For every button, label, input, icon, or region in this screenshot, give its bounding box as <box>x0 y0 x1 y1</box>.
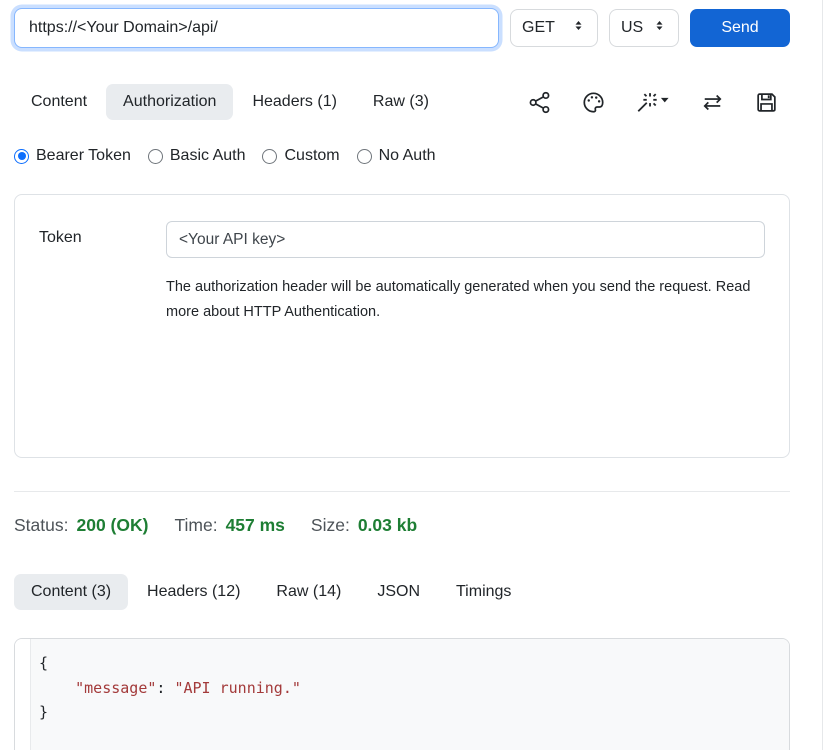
response-tabs-row: Content (3) Headers (12) Raw (14) JSON T… <box>14 574 790 610</box>
tab-response-json[interactable]: JSON <box>360 574 437 610</box>
tab-content[interactable]: Content <box>14 84 104 120</box>
size-label: Size: <box>311 515 350 536</box>
request-bar: GET US Send <box>14 8 790 48</box>
code-gutter <box>15 639 31 750</box>
auth-options: Bearer Token Basic Auth Custom No Auth <box>14 147 790 165</box>
radio-selected-icon <box>14 149 29 164</box>
tab-raw[interactable]: Raw (3) <box>356 84 446 120</box>
tab-response-raw[interactable]: Raw (14) <box>259 574 358 610</box>
size-pair: Size: 0.03 kb <box>311 515 417 536</box>
radio-bearer-token[interactable]: Bearer Token <box>14 147 131 165</box>
scrollbar-track[interactable] <box>822 0 823 750</box>
status-value: 200 (OK) <box>76 515 148 536</box>
response-json-code[interactable]: { "message": "API running."} <box>31 639 789 750</box>
region-select-value: US <box>621 19 643 37</box>
radio-label: Custom <box>284 147 339 165</box>
radio-unselected-icon <box>262 149 277 164</box>
size-value: 0.03 kb <box>358 515 417 536</box>
response-body: { "message": "API running."} <box>14 638 790 750</box>
tab-response-timings[interactable]: Timings <box>439 574 528 610</box>
tab-headers[interactable]: Headers (1) <box>235 84 353 120</box>
region-select[interactable]: US <box>609 9 679 47</box>
api-client-page: GET US Send Content Authorization <box>0 0 790 750</box>
radio-label: Bearer Token <box>36 147 131 165</box>
request-tabs-row: Content Authorization Headers (1) Raw (3… <box>14 84 790 120</box>
tab-response-content[interactable]: Content (3) <box>14 574 128 610</box>
token-label: Token <box>39 221 166 325</box>
code-line: "message": "API running." <box>39 676 779 701</box>
radio-label: No Auth <box>379 147 436 165</box>
method-select[interactable]: GET <box>510 9 598 47</box>
magic-wand-menu-icon[interactable] <box>636 91 670 114</box>
section-divider <box>14 491 790 492</box>
time-pair: Time: 457 ms <box>174 515 284 536</box>
tab-response-headers[interactable]: Headers (12) <box>130 574 257 610</box>
radio-custom[interactable]: Custom <box>262 147 339 165</box>
token-panel: Token The authorization header will be a… <box>14 194 790 458</box>
status-label: Status: <box>14 515 68 536</box>
radio-unselected-icon <box>148 149 163 164</box>
request-toolbar <box>528 91 790 114</box>
code-line: } <box>39 700 779 725</box>
time-label: Time: <box>174 515 217 536</box>
url-input[interactable] <box>14 8 499 48</box>
tab-authorization[interactable]: Authorization <box>106 84 233 120</box>
token-input[interactable] <box>166 221 765 258</box>
response-tabs: Content (3) Headers (12) Raw (14) JSON T… <box>14 574 530 610</box>
share-icon[interactable] <box>528 91 551 114</box>
response-summary: Status: 200 (OK) Time: 457 ms Size: 0.03… <box>14 515 790 536</box>
status-pair: Status: 200 (OK) <box>14 515 148 536</box>
token-help-text: The authorization header will be automat… <box>166 275 754 325</box>
radio-no-auth[interactable]: No Auth <box>357 147 436 165</box>
save-icon[interactable] <box>755 91 778 114</box>
send-button[interactable]: Send <box>690 9 790 47</box>
code-line: { <box>39 651 779 676</box>
request-tabs: Content Authorization Headers (1) Raw (3… <box>14 84 448 120</box>
swap-arrows-icon[interactable] <box>701 91 724 114</box>
time-value: 457 ms <box>226 515 285 536</box>
radio-unselected-icon <box>357 149 372 164</box>
radio-basic-auth[interactable]: Basic Auth <box>148 147 246 165</box>
palette-icon[interactable] <box>582 91 605 114</box>
radio-label: Basic Auth <box>170 147 246 165</box>
select-expand-icon <box>652 18 667 38</box>
select-expand-icon <box>571 18 586 38</box>
method-select-value: GET <box>522 19 555 37</box>
